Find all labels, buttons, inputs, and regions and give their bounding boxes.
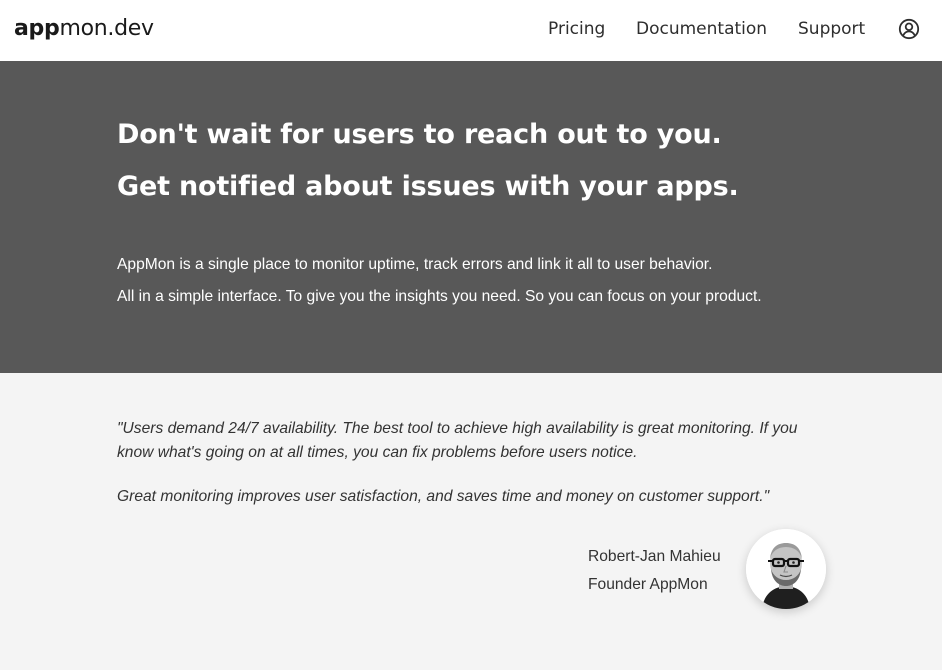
- author-photo: [746, 529, 826, 609]
- nav-support[interactable]: Support: [798, 19, 865, 39]
- hero-headline-1: Don't wait for users to reach out to you…: [117, 119, 722, 150]
- testimonial-section: "Users demand 24/7 availability. The bes…: [0, 373, 942, 670]
- testimonial-quote-1: "Users demand 24/7 availability. The bes…: [117, 420, 798, 461]
- user-circle-icon[interactable]: [898, 18, 920, 40]
- author-role: Founder AppMon: [588, 576, 708, 593]
- author-name: Robert-Jan Mahieu: [588, 548, 721, 565]
- hero-paragraph-2: All in a simple interface. To give you t…: [117, 288, 762, 305]
- hero-section: Don't wait for users to reach out to you…: [0, 61, 942, 373]
- logo-bold: app: [14, 16, 60, 41]
- nav-documentation[interactable]: Documentation: [636, 19, 767, 39]
- testimonial-quote-2: Great monitoring improves user satisfact…: [117, 488, 770, 505]
- hero-headline-2: Get notified about issues with your apps…: [117, 171, 739, 202]
- nav-pricing[interactable]: Pricing: [548, 19, 605, 39]
- navbar: appmon.dev Pricing Documentation Support: [0, 0, 942, 61]
- hero-paragraph-1: AppMon is a single place to monitor upti…: [117, 256, 713, 273]
- avatar: [746, 529, 826, 609]
- logo[interactable]: appmon.dev: [14, 14, 154, 44]
- logo-light: mon.dev: [59, 16, 154, 41]
